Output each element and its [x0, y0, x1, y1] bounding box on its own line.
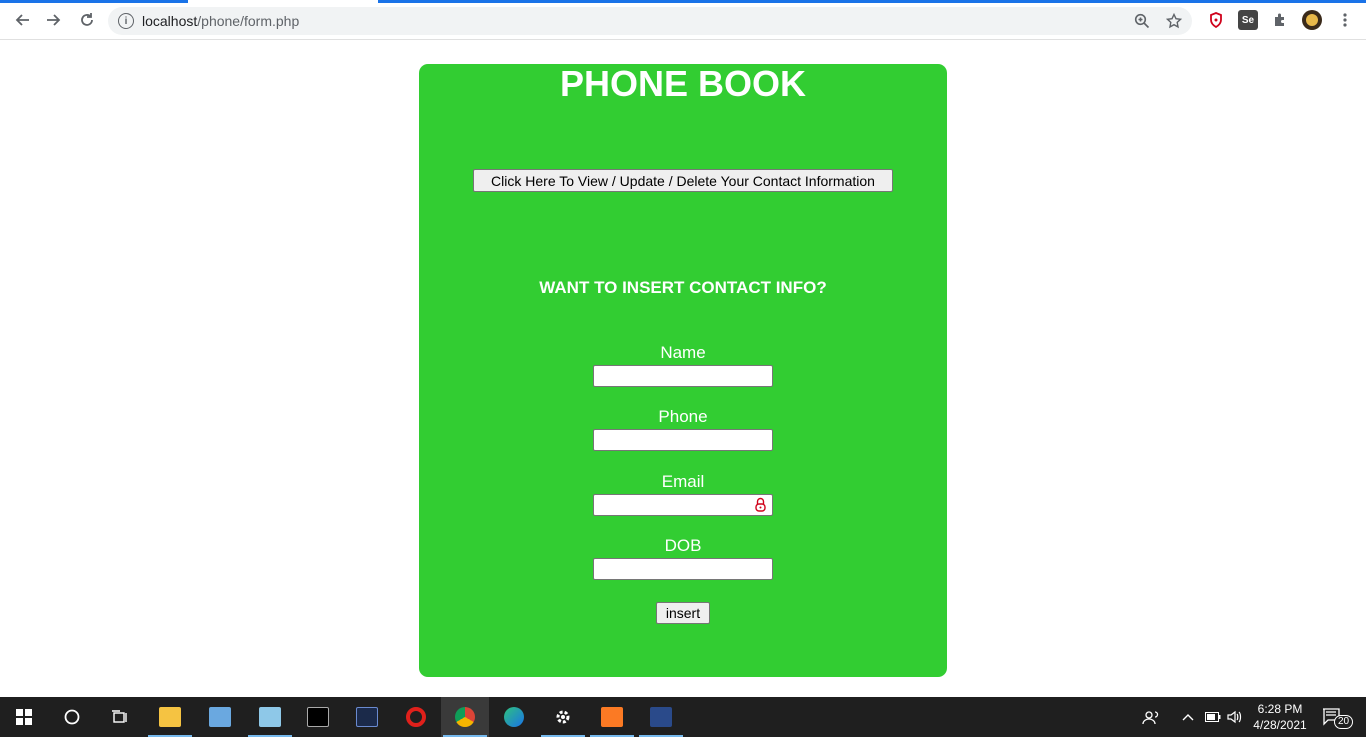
- notification-count-badge: 20: [1334, 715, 1354, 729]
- task-view-icon: [112, 710, 127, 723]
- cortana-circle-icon: [64, 709, 80, 725]
- clock-time: 6:28 PM: [1257, 702, 1303, 716]
- view-update-delete-button[interactable]: Click Here To View / Update / Delete You…: [473, 169, 893, 192]
- shield-extension-icon[interactable]: [1206, 10, 1226, 30]
- volume-icon[interactable]: [1227, 697, 1243, 737]
- forward-button[interactable]: [43, 9, 65, 31]
- start-button[interactable]: [0, 697, 48, 737]
- selenium-extension-icon[interactable]: Se: [1238, 10, 1258, 30]
- bookmark-star-icon[interactable]: [1166, 7, 1182, 35]
- taskbar-mysql[interactable]: [343, 697, 391, 737]
- url-host: localhost: [142, 13, 198, 29]
- tab-indicator-left: [0, 0, 188, 3]
- control-panel-icon: [209, 707, 231, 727]
- taskbar-command-prompt[interactable]: [294, 697, 342, 737]
- clock-date: 4/28/2021: [1253, 718, 1307, 732]
- taskbar-chrome[interactable]: [441, 697, 489, 737]
- dob-label: DOB: [664, 536, 702, 555]
- taskbar-selenium-ide[interactable]: [637, 697, 685, 737]
- reload-button[interactable]: [76, 9, 98, 31]
- edge-icon: [504, 707, 524, 727]
- people-icon[interactable]: [1142, 697, 1160, 737]
- arrow-right-icon: [47, 14, 61, 26]
- mysql-icon: [356, 707, 378, 727]
- profile-avatar[interactable]: [1302, 10, 1322, 30]
- email-input[interactable]: [593, 494, 773, 516]
- chrome-icon: [455, 707, 475, 727]
- name-label: Name: [660, 343, 706, 362]
- windows-logo-icon: [16, 709, 32, 725]
- notepad-icon: [259, 707, 281, 727]
- terminal-icon: [307, 707, 329, 727]
- taskbar-opera[interactable]: [392, 697, 440, 737]
- selenium-ide-icon: [650, 707, 672, 727]
- reload-icon: [81, 13, 93, 26]
- arrow-left-icon: [15, 14, 29, 26]
- url-path: /phone/form.php: [197, 13, 300, 29]
- insert-button[interactable]: insert: [656, 602, 710, 624]
- tab-indicator-right: [378, 0, 1366, 3]
- opera-icon: [406, 707, 426, 727]
- dob-input[interactable]: [593, 558, 773, 580]
- taskbar-notepad-app[interactable]: [246, 697, 294, 737]
- insert-section-heading: WANT TO INSERT CONTACT INFO?: [539, 278, 827, 297]
- browser-toolbar: i localhost/phone/form.php Se: [0, 0, 1366, 40]
- chevron-up-icon[interactable]: [1182, 697, 1194, 737]
- url-text[interactable]: localhost/phone/form.php: [142, 13, 299, 29]
- taskbar-xampp[interactable]: [588, 697, 636, 737]
- address-bar[interactable]: i localhost/phone/form.php: [108, 7, 1192, 35]
- phone-label: Phone: [658, 407, 708, 426]
- page-title: PHONE BOOK: [559, 63, 807, 104]
- menu-kebab-icon[interactable]: [1334, 9, 1356, 31]
- notification-center-icon[interactable]: 20: [1322, 697, 1361, 737]
- email-label: Email: [661, 472, 705, 491]
- folder-icon: [159, 707, 181, 727]
- cortana-button[interactable]: [48, 697, 96, 737]
- taskbar-file-explorer[interactable]: [146, 697, 194, 737]
- name-input[interactable]: [593, 365, 773, 387]
- back-button[interactable]: [11, 9, 33, 31]
- battery-icon[interactable]: [1205, 697, 1221, 737]
- task-view-button[interactable]: [96, 697, 144, 737]
- windows-taskbar: 6:28 PM 4/28/2021 20: [0, 697, 1366, 737]
- taskbar-control-panel[interactable]: [196, 697, 244, 737]
- taskbar-settings[interactable]: [539, 697, 587, 737]
- gear-icon: [556, 710, 570, 724]
- site-info-icon[interactable]: i: [118, 13, 134, 29]
- taskbar-edge[interactable]: [490, 697, 538, 737]
- phone-input[interactable]: [593, 429, 773, 451]
- zoom-icon[interactable]: [1134, 7, 1150, 35]
- extensions-puzzle-icon[interactable]: [1270, 10, 1290, 30]
- phone-book-card: PHONE BOOK Click Here To View / Update /…: [419, 64, 947, 677]
- xampp-icon: [601, 707, 623, 727]
- lock-icon[interactable]: [755, 497, 766, 512]
- system-clock[interactable]: 6:28 PM 4/28/2021: [1248, 701, 1312, 733]
